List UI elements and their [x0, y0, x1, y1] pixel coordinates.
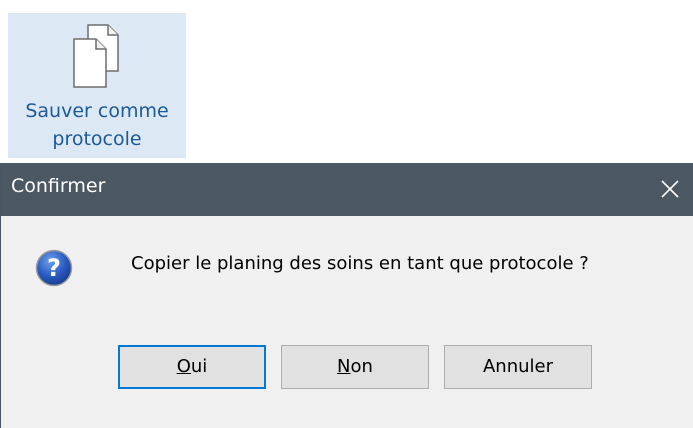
no-mnemonic: N [337, 356, 351, 377]
dialog-title: Confirmer [11, 175, 106, 197]
yes-mnemonic: O [176, 356, 191, 377]
save-as-protocol-label-line1: Sauver comme [25, 100, 169, 122]
close-icon [661, 180, 679, 198]
no-button[interactable]: Non [281, 345, 429, 389]
question-icon: ? [35, 249, 73, 287]
save-as-protocol-label-line2: protocole [52, 128, 142, 150]
no-label-rest: on [350, 356, 373, 377]
svg-text:?: ? [47, 254, 61, 282]
confirm-dialog: Confirmer ? Copier le planing des soins … [0, 163, 693, 428]
cancel-button[interactable]: Annuler [444, 345, 592, 389]
yes-label-rest: ui [190, 356, 208, 377]
dialog-titlebar[interactable]: Confirmer [1, 163, 693, 216]
save-as-protocol-button[interactable]: Sauver comme protocole [8, 13, 186, 158]
dialog-message: Copier le planing des soins en tant que … [131, 253, 589, 274]
close-button[interactable] [647, 163, 693, 216]
yes-button[interactable]: Oui [118, 345, 266, 389]
document-copy-icon [73, 24, 119, 88]
